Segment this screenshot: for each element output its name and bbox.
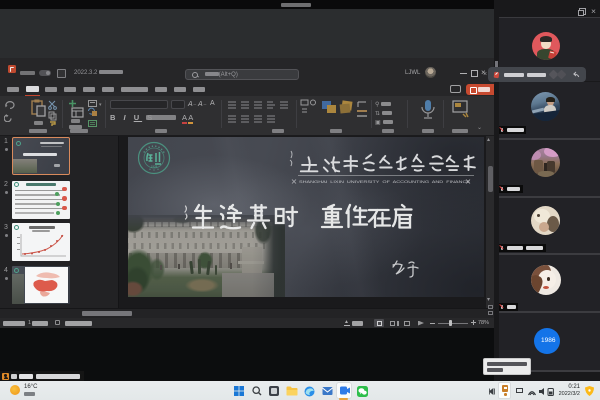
svg-text:▾: ▾ xyxy=(99,102,102,108)
svg-text:1928: 1928 xyxy=(151,164,158,168)
svg-text:SHANGHAI LIXIN UNIVERSITY O: SHANGHAI LIXIN UNIVERSITY OF ACCOUNTING … xyxy=(299,180,471,184)
